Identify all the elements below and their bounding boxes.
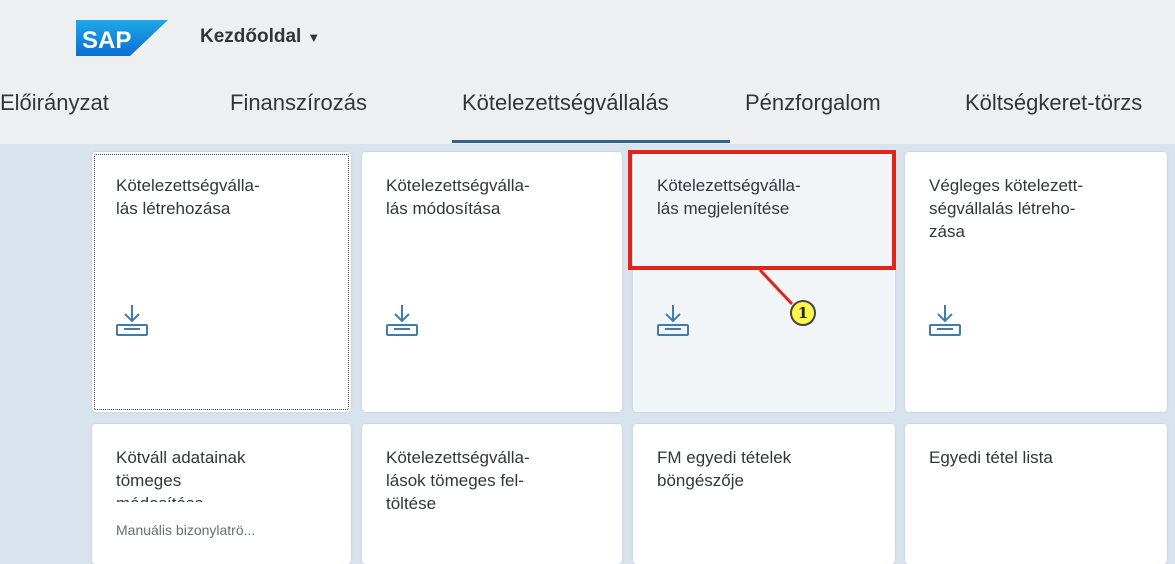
tile-kotvall-modositasa[interactable]: Kötelezettségválla- lás módosítása	[362, 152, 622, 412]
tile-fm-egyedi-tetelek[interactable]: FM egyedi tételek böngészője	[633, 424, 895, 564]
caret-down-icon: ▼	[307, 30, 321, 45]
tile-title-line: Kötelezettségválla-	[386, 176, 530, 195]
tile-vegleges-kotvall-letrehozasa[interactable]: Végleges kötelezett- ségvállalás létreho…	[905, 152, 1167, 412]
home-title-label: Kezdőoldal	[200, 26, 302, 47]
tile-kotvall-letrehozasa[interactable]: Kötelezettségválla- lás létrehozása	[92, 152, 351, 412]
svg-text:SAP: SAP	[82, 27, 131, 54]
tile-title: Kötelezettségválla- lások tömeges fel- t…	[386, 446, 606, 515]
tile-title-line: töltése	[386, 494, 437, 513]
tile-title: Kötváll adatainak tömeges módosítása	[116, 446, 336, 502]
home-page-title-menu[interactable]: Kezdőoldal ▼	[200, 26, 320, 48]
tile-title: Kötelezettségválla- lás létrehozása	[116, 174, 336, 220]
tile-title: Egyedi tétel lista	[929, 446, 1149, 469]
tab-eloiranyzat[interactable]: Előirányzat	[0, 90, 109, 116]
tab-kotelezettsegvallalas[interactable]: Kötelezettségvállalás	[462, 90, 669, 116]
group-tab-bar: Előirányzat Finanszírozás Kötelezettségv…	[0, 62, 1175, 144]
tile-title-line: böngészője	[657, 471, 744, 490]
tile-title: Kötelezettségválla- lás megjelenítése	[657, 174, 877, 220]
tile-title-line: Végleges kötelezett-	[929, 176, 1084, 195]
tile-title-line: tömeges	[116, 471, 182, 490]
tile-title-line: lás módosítása	[386, 199, 501, 218]
tile-title-line: Kötelezettségválla-	[657, 176, 801, 195]
tile-kotvall-megjelenitese[interactable]: Kötelezettségválla- lás megjelenítése	[633, 152, 895, 412]
callout-number-badge: 1	[790, 300, 816, 326]
tile-title: Végleges kötelezett- ségvállalás létreho…	[929, 174, 1149, 243]
tile-kotvall-tomeges-feltoltes[interactable]: Kötelezettségválla- lások tömeges fel- t…	[362, 424, 622, 564]
tile-kotvall-tomeges-modositas[interactable]: Kötváll adatainak tömeges módosítása Man…	[92, 424, 351, 564]
tile-title-line: lás megjelenítése	[657, 199, 790, 218]
tile-title-line: Kötváll adatainak	[116, 448, 246, 467]
tile-title-line: zása	[929, 222, 965, 241]
tile-title-line: Kötelezettségválla-	[116, 176, 260, 195]
tile-title-line: lás létrehozása	[116, 199, 231, 218]
tile-title-line: módosítása	[116, 492, 336, 502]
tile-title-line: Egyedi tétel lista	[929, 448, 1053, 467]
tile-title: FM egyedi tételek böngészője	[657, 446, 877, 492]
download-inbox-icon	[386, 305, 418, 336]
tile-footer: Manuális bizonylatrö...	[116, 522, 256, 538]
shell-bar: SAP Kezdőoldal ▼	[0, 0, 1175, 62]
download-inbox-icon	[929, 305, 961, 336]
tile-title-line: ségvállalás létreho-	[929, 199, 1076, 218]
tab-penzforgalom[interactable]: Pénzforgalom	[745, 90, 881, 116]
tile-title-line: lások tömeges fel-	[386, 471, 524, 490]
download-inbox-icon	[116, 305, 148, 336]
tab-finanszirozas[interactable]: Finanszírozás	[230, 90, 367, 116]
tile-egyedi-tetel-lista[interactable]: Egyedi tétel lista	[905, 424, 1167, 564]
sap-logo[interactable]: SAP	[76, 20, 168, 56]
selected-tab-indicator	[452, 140, 730, 143]
tile-title-line: Kötelezettségválla-	[386, 448, 530, 467]
tab-koltsegkeret-torzs[interactable]: Költségkeret-törzs	[965, 90, 1142, 116]
tile-title: Kötelezettségválla- lás módosítása	[386, 174, 606, 220]
tile-title-line: FM egyedi tételek	[657, 448, 792, 467]
download-inbox-icon	[657, 305, 689, 336]
